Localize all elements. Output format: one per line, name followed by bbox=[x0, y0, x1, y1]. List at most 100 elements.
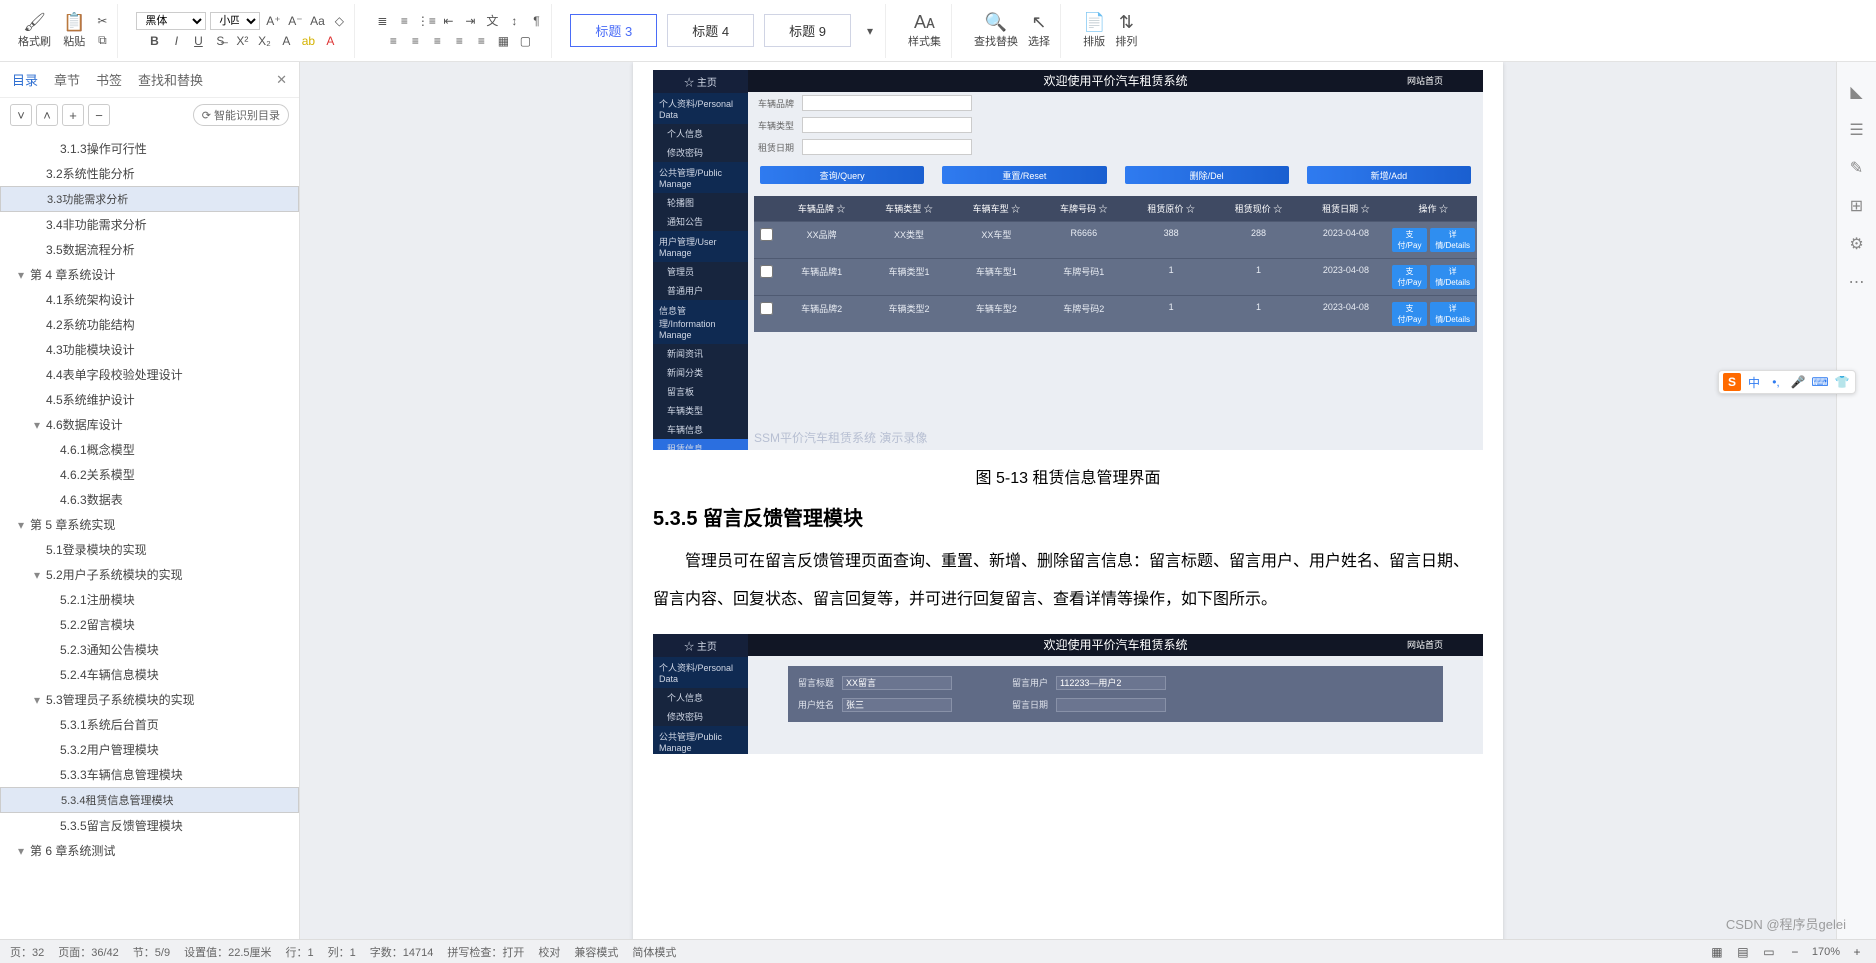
find-replace-button[interactable]: 🔍查找替换 bbox=[970, 10, 1022, 51]
layout-button[interactable]: 📄排版 bbox=[1079, 10, 1109, 51]
toc-item[interactable]: 5.2.3通知公告模块 bbox=[0, 637, 299, 662]
align-left-icon[interactable]: ≡ bbox=[384, 32, 402, 50]
toc-item[interactable]: 3.5数据流程分析 bbox=[0, 237, 299, 262]
style-heading3[interactable]: 标题 3 bbox=[570, 14, 657, 47]
rside-icon[interactable]: ☰ bbox=[1847, 120, 1867, 140]
rside-icon[interactable]: ⚙ bbox=[1847, 234, 1867, 254]
show-marks-icon[interactable]: ¶ bbox=[527, 12, 545, 30]
toc-item[interactable]: 4.4表单字段校验处理设计 bbox=[0, 362, 299, 387]
toc-item[interactable]: 5.3.4租赁信息管理模块 bbox=[0, 787, 299, 813]
change-case-icon[interactable]: Aa bbox=[308, 12, 326, 30]
toc-item[interactable]: 4.6.2关系模型 bbox=[0, 462, 299, 487]
text-direction-icon[interactable]: 文 bbox=[483, 12, 501, 30]
rside-icon[interactable]: ◣ bbox=[1847, 82, 1867, 102]
ime-voice-icon[interactable]: 🎤 bbox=[1789, 373, 1807, 391]
subscript-icon[interactable]: X₂ bbox=[255, 32, 273, 50]
toc-item[interactable]: 3.2系统性能分析 bbox=[0, 161, 299, 186]
toc-item[interactable]: 5.3.5留言反馈管理模块 bbox=[0, 813, 299, 838]
toc-item[interactable]: 4.2系统功能结构 bbox=[0, 312, 299, 337]
toc-item[interactable]: 4.3功能模块设计 bbox=[0, 337, 299, 362]
style-heading9[interactable]: 标题 9 bbox=[764, 14, 851, 47]
align-center-icon[interactable]: ≡ bbox=[406, 32, 424, 50]
toc-item[interactable]: 5.3.1系统后台首页 bbox=[0, 712, 299, 737]
select-button[interactable]: ↖选择 bbox=[1024, 10, 1054, 51]
highlight-icon[interactable]: ab bbox=[299, 32, 317, 50]
toc-item[interactable]: 3.1.3操作可行性 bbox=[0, 136, 299, 161]
increase-font-icon[interactable]: A⁺ bbox=[264, 12, 282, 30]
toc-item[interactable]: 3.4非功能需求分析 bbox=[0, 212, 299, 237]
toc-item[interactable]: 5.3.2用户管理模块 bbox=[0, 737, 299, 762]
justify-icon[interactable]: ≡ bbox=[450, 32, 468, 50]
nav-add-button[interactable]: + bbox=[62, 104, 84, 126]
toc-item[interactable]: 5.2.4车辆信息模块 bbox=[0, 662, 299, 687]
toc-item[interactable]: 5.3.3车辆信息管理模块 bbox=[0, 762, 299, 787]
zoom-in-icon[interactable]: + bbox=[1848, 943, 1866, 961]
align-right-icon[interactable]: ≡ bbox=[428, 32, 446, 50]
ime-toolbar[interactable]: S 中 •, 🎤 ⌨ 👕 bbox=[1718, 370, 1856, 394]
style-more-icon[interactable]: ▾ bbox=[861, 22, 879, 40]
decrease-indent-icon[interactable]: ⇤ bbox=[439, 12, 457, 30]
nav-collapse-button[interactable]: ˅ bbox=[10, 104, 32, 126]
underline-icon[interactable]: U bbox=[189, 32, 207, 50]
toc-item[interactable]: 5.1登录模块的实现 bbox=[0, 537, 299, 562]
ime-punct-icon[interactable]: •, bbox=[1767, 373, 1785, 391]
clear-format-icon[interactable]: ◇ bbox=[330, 12, 348, 30]
font-color-icon[interactable]: A bbox=[321, 32, 339, 50]
line-spacing-icon[interactable]: ↕ bbox=[505, 12, 523, 30]
nav-remove-button[interactable]: − bbox=[88, 104, 110, 126]
multilevel-icon[interactable]: ⋮≡ bbox=[417, 12, 435, 30]
toc-item[interactable]: ▾4.6数据库设计 bbox=[0, 412, 299, 437]
numbering-icon[interactable]: ≡ bbox=[395, 12, 413, 30]
style-heading4[interactable]: 标题 4 bbox=[667, 14, 754, 47]
ime-lang-icon[interactable]: 中 bbox=[1745, 373, 1763, 391]
toc-item[interactable]: ▾5.2用户子系统模块的实现 bbox=[0, 562, 299, 587]
strike-icon[interactable]: S̶ bbox=[211, 32, 229, 50]
nav-close-icon[interactable]: ✕ bbox=[276, 72, 287, 88]
nav-tab-find[interactable]: 查找和替换 bbox=[138, 70, 203, 89]
shading-icon[interactable]: ▦ bbox=[494, 32, 512, 50]
cut-icon[interactable]: ✂ bbox=[93, 12, 111, 30]
nav-expand-button[interactable]: ˄ bbox=[36, 104, 58, 126]
paste-button[interactable]: 📋粘贴 bbox=[59, 10, 89, 51]
zoom-out-icon[interactable]: − bbox=[1786, 943, 1804, 961]
ime-skin-icon[interactable]: 👕 bbox=[1833, 373, 1851, 391]
font-family-select[interactable]: 黑体 bbox=[136, 12, 206, 30]
view-icon[interactable]: ▭ bbox=[1760, 943, 1778, 961]
toc-item[interactable]: ▾第 5 章系统实现 bbox=[0, 512, 299, 537]
view-icon[interactable]: ▤ bbox=[1734, 943, 1752, 961]
toc-item[interactable]: ▾第 4 章系统设计 bbox=[0, 262, 299, 287]
smart-toc-button[interactable]: ⟳智能识别目录 bbox=[193, 104, 289, 126]
format-painter-button[interactable]: 🖌格式刷 bbox=[14, 10, 55, 51]
toc-item[interactable]: 4.1系统架构设计 bbox=[0, 287, 299, 312]
sort-button[interactable]: ⇅排列 bbox=[1111, 10, 1141, 51]
rside-icon[interactable]: ⋯ bbox=[1847, 272, 1867, 292]
toc-item[interactable]: 5.2.1注册模块 bbox=[0, 587, 299, 612]
bullets-icon[interactable]: ≣ bbox=[373, 12, 391, 30]
distribute-icon[interactable]: ≡ bbox=[472, 32, 490, 50]
toc-item[interactable]: 4.6.3数据表 bbox=[0, 487, 299, 512]
toc-item[interactable]: 4.6.1概念模型 bbox=[0, 437, 299, 462]
increase-indent-icon[interactable]: ⇥ bbox=[461, 12, 479, 30]
nav-tab-chapter[interactable]: 章节 bbox=[54, 70, 80, 89]
superscript-icon[interactable]: X² bbox=[233, 32, 251, 50]
ime-keyboard-icon[interactable]: ⌨ bbox=[1811, 373, 1829, 391]
style-set-button[interactable]: Aᴀ样式集 bbox=[904, 10, 945, 51]
document-area[interactable]: ☆ 主页 个人资料/Personal Data 个人信息 修改密码 公共管理/P… bbox=[300, 62, 1836, 939]
italic-icon[interactable]: I bbox=[167, 32, 185, 50]
decrease-font-icon[interactable]: A⁻ bbox=[286, 12, 304, 30]
bold-icon[interactable]: B bbox=[145, 32, 163, 50]
nav-tab-bookmark[interactable]: 书签 bbox=[96, 70, 122, 89]
text-effect-icon[interactable]: A bbox=[277, 32, 295, 50]
rside-icon[interactable]: ✎ bbox=[1847, 158, 1867, 178]
toc-item[interactable]: ▾5.3管理员子系统模块的实现 bbox=[0, 687, 299, 712]
font-size-select[interactable]: 小四 bbox=[210, 12, 260, 30]
borders-icon[interactable]: ▢ bbox=[516, 32, 534, 50]
toc-item[interactable]: 3.3功能需求分析 bbox=[0, 186, 299, 212]
toc-item[interactable]: ▾第 6 章系统测试 bbox=[0, 838, 299, 863]
nav-tab-toc[interactable]: 目录 bbox=[12, 70, 38, 89]
view-icon[interactable]: ▦ bbox=[1708, 943, 1726, 961]
toc-item[interactable]: 5.2.2留言模块 bbox=[0, 612, 299, 637]
copy-icon[interactable]: ⧉ bbox=[93, 32, 111, 50]
rside-icon[interactable]: ⊞ bbox=[1847, 196, 1867, 216]
toc-item[interactable]: 4.5系统维护设计 bbox=[0, 387, 299, 412]
